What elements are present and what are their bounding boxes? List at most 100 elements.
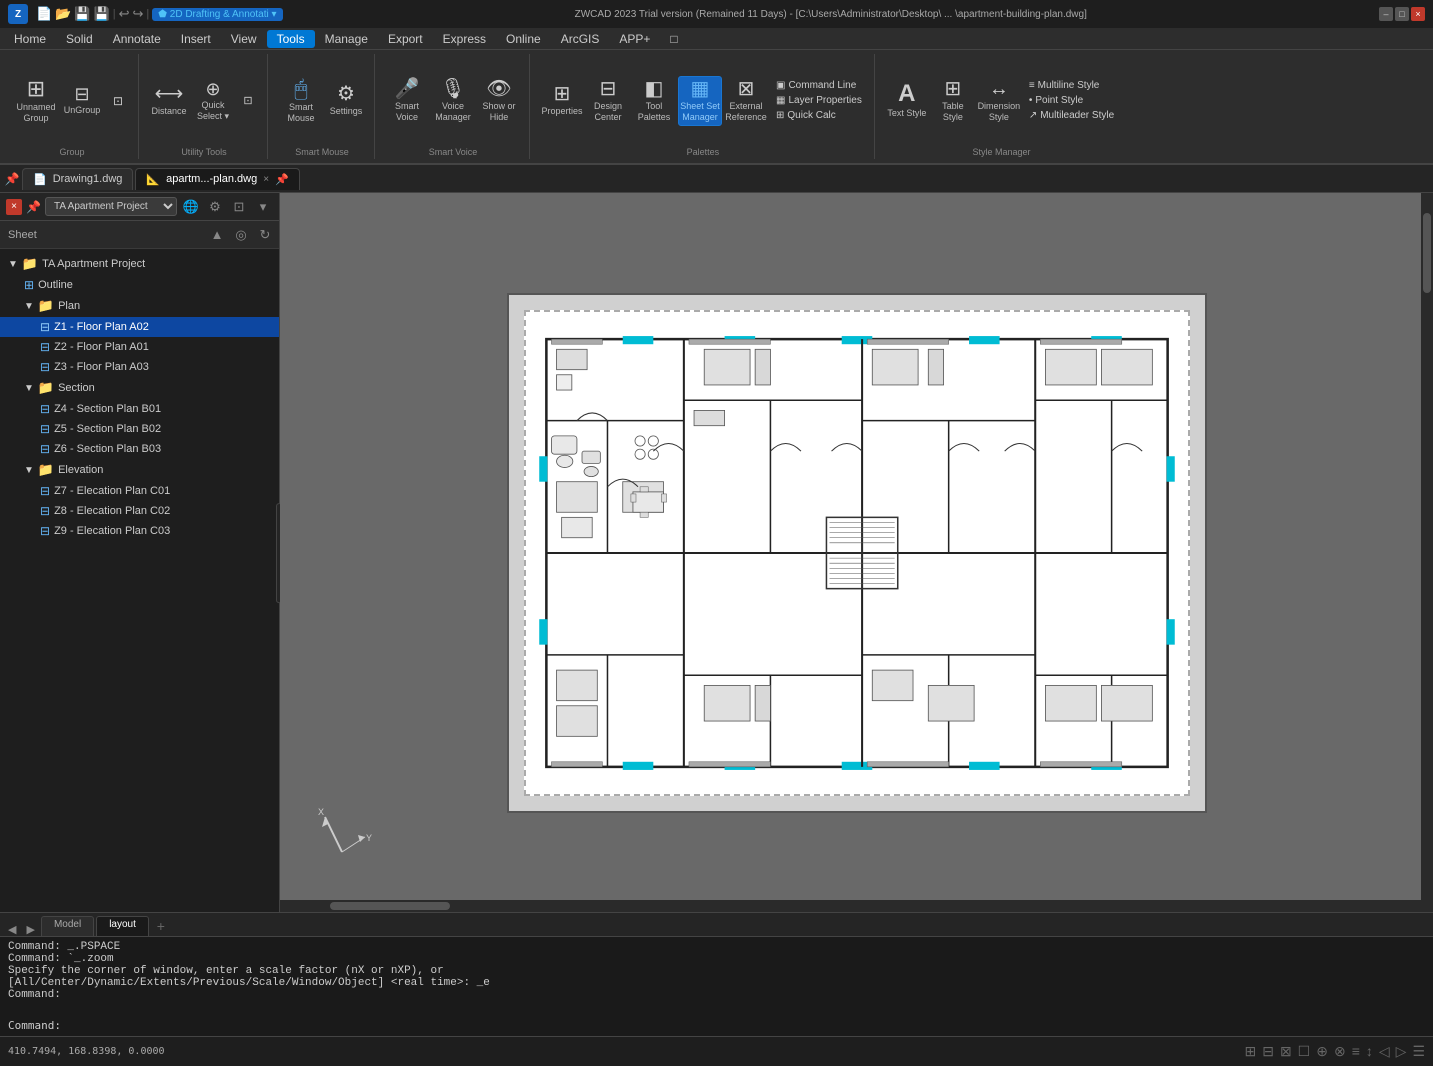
smart-voice-button[interactable]: 🎤 Smart Voice (385, 76, 429, 126)
menu-express[interactable]: Express (433, 30, 496, 48)
tab-close-icon[interactable]: × (263, 174, 269, 185)
status-polar-icon[interactable]: ⊠ (1280, 1043, 1292, 1060)
status-snap-icon[interactable]: ⊟ (1262, 1043, 1274, 1060)
status-osnap-icon[interactable]: ⊕ (1316, 1043, 1328, 1060)
tree-z9-elevation-c03[interactable]: ⊟ Z9 - Elecation Plan C03 (0, 521, 279, 541)
group-edit-button[interactable]: ⊡ (106, 89, 130, 113)
close-button[interactable]: × (1411, 7, 1425, 21)
layout-tab-add[interactable]: + (151, 916, 171, 936)
text-style-button[interactable]: A Text Style (885, 76, 929, 126)
panel-config-icon[interactable]: ⚙ (205, 197, 225, 217)
status-prev-icon[interactable]: ◁ (1379, 1043, 1390, 1060)
tree-z5-section-b02[interactable]: ⊟ Z5 - Section Plan B02 (0, 419, 279, 439)
menu-view[interactable]: View (221, 30, 267, 48)
new-file-icon[interactable]: 📄 (36, 6, 52, 22)
panel-close-button[interactable]: × (6, 199, 22, 215)
layout-tab-layout[interactable]: layout (96, 916, 149, 936)
pin-button[interactable]: 📌 (4, 171, 20, 187)
settings-button[interactable]: ⚙ Settings (326, 76, 366, 126)
design-center-button[interactable]: ⊟ Design Center (586, 76, 630, 126)
menu-online[interactable]: Online (496, 30, 551, 48)
menu-annotate[interactable]: Annotate (103, 30, 171, 48)
layer-properties-button[interactable]: ▦ Layer Properties (772, 94, 866, 107)
menu-insert[interactable]: Insert (171, 30, 221, 48)
command-input[interactable] (65, 1019, 1425, 1032)
point-style-button[interactable]: • Point Style (1025, 94, 1118, 107)
horizontal-scrollbar[interactable] (280, 900, 1421, 912)
layout-nav-next[interactable]: ▶ (22, 923, 38, 936)
minimize-button[interactable]: – (1379, 7, 1393, 21)
panel-globe-icon[interactable]: 🌐 (181, 197, 201, 217)
unnamed-group-button[interactable]: ⊞ Unnamed Group (14, 75, 58, 127)
voice-manager-button[interactable]: 🎙 Voice Manager (431, 76, 475, 126)
panel-settings-icon[interactable]: ◎ (231, 225, 251, 245)
undo-icon[interactable]: ↩ (119, 6, 130, 22)
tree-section-folder[interactable]: ▼ 📁 Section (0, 377, 279, 399)
layout-tab-model[interactable]: Model (41, 916, 94, 936)
tool-palettes-button[interactable]: ◧ Tool Palettes (632, 76, 676, 126)
open-file-icon[interactable]: 📂 (55, 6, 71, 22)
menu-solid[interactable]: Solid (56, 30, 103, 48)
utility-extra-button[interactable]: ⊡ (237, 89, 259, 113)
tree-plan-folder[interactable]: ▼ 📁 Plan (0, 295, 279, 317)
panel-refresh-icon[interactable]: ↻ (255, 225, 275, 245)
tree-z8-elevation-c02[interactable]: ⊟ Z8 - Elecation Plan C02 (0, 501, 279, 521)
tree-outline[interactable]: ⊞ Outline (0, 275, 279, 295)
pin-tab-icon[interactable]: 📌 (275, 173, 289, 186)
tree-z1-floor-plan-a02[interactable]: ⊟ Z1 - Floor Plan A02 (0, 317, 279, 337)
distance-button[interactable]: ⟷ Distance (149, 76, 189, 126)
tree-z4-section-b01[interactable]: ⊟ Z4 - Section Plan B01 (0, 399, 279, 419)
status-next-icon[interactable]: ▷ (1396, 1043, 1407, 1060)
menu-app[interactable]: APP+ (609, 30, 660, 48)
quick-select-button[interactable]: ⊕ Quick Select ▾ (191, 76, 235, 126)
tree-z6-section-b03[interactable]: ⊟ Z6 - Section Plan B03 (0, 439, 279, 459)
status-ortho-icon[interactable]: ☐ (1298, 1043, 1311, 1060)
menu-arcgis[interactable]: ArcGIS (551, 30, 610, 48)
menu-window[interactable]: □ (660, 30, 687, 48)
tab-drawing1[interactable]: 📄 Drawing1.dwg (22, 168, 133, 190)
panel-arrow-icon[interactable]: ▾ (253, 197, 273, 217)
tree-project-label: TA Apartment Project (42, 258, 271, 270)
sheet-set-manager-button[interactable]: ▦ Sheet Set Manager (678, 76, 722, 126)
status-grid-icon[interactable]: ⊞ (1244, 1043, 1256, 1060)
tree-z2-label: Z2 - Floor Plan A01 (54, 341, 271, 353)
maximize-button[interactable]: □ (1395, 7, 1409, 21)
panel-pin-icon[interactable]: 📌 (26, 200, 41, 214)
panel-export-icon[interactable]: ⊡ (229, 197, 249, 217)
tree-z3-floor-plan-a03[interactable]: ⊟ Z3 - Floor Plan A03 (0, 357, 279, 377)
quick-calc-button[interactable]: ⊞ Quick Calc (772, 109, 866, 122)
tree-z2-floor-plan-a01[interactable]: ⊟ Z2 - Floor Plan A01 (0, 337, 279, 357)
menu-home[interactable]: Home (4, 30, 56, 48)
save-icon[interactable]: 💾 (74, 6, 90, 22)
status-menu-icon[interactable]: ☰ (1412, 1043, 1425, 1060)
table-style-button[interactable]: ⊞ Table Style (931, 76, 975, 126)
canvas-area[interactable]: X Y (280, 193, 1433, 912)
multiline-style-button[interactable]: ≡ Multiline Style (1025, 79, 1118, 92)
status-lineweight-icon[interactable]: ≡ (1352, 1043, 1360, 1060)
properties-button[interactable]: ⊞ Properties (540, 76, 584, 126)
external-reference-button[interactable]: ⊠ External Reference (724, 76, 768, 126)
menu-tools[interactable]: Tools (267, 30, 315, 48)
tab-apartment-plan[interactable]: 📐 apartm...-plan.dwg × 📌 (135, 168, 299, 190)
command-line-button[interactable]: ▣ Command Line (772, 79, 866, 92)
layout-nav-prev[interactable]: ◀ (4, 923, 20, 936)
tree-z7-elevation-c01[interactable]: ⊟ Z7 - Elecation Plan C01 (0, 481, 279, 501)
app-icon: Z (8, 4, 28, 24)
command-line-5: Command: (8, 989, 1425, 1001)
redo-icon[interactable]: ↪ (133, 6, 144, 22)
ungroup-button[interactable]: ⊟ UnGroup (60, 75, 104, 127)
tree-project-root[interactable]: ▼ 📁 TA Apartment Project (0, 253, 279, 275)
status-transparency-icon[interactable]: ↕ (1366, 1043, 1373, 1060)
panel-up-icon[interactable]: ▲ (207, 225, 227, 245)
save-as-icon[interactable]: 💾 (94, 6, 110, 22)
vertical-scrollbar[interactable] (1421, 193, 1433, 912)
show-hide-button[interactable]: 👁 Show or Hide (477, 76, 521, 126)
project-select[interactable]: TA Apartment Project (45, 197, 177, 216)
menu-manage[interactable]: Manage (315, 30, 378, 48)
status-otrack-icon[interactable]: ⊗ (1334, 1043, 1346, 1060)
smart-mouse-button[interactable]: 🖱 Smart Mouse (278, 76, 324, 126)
multileader-style-button[interactable]: ↗ Multileader Style (1025, 109, 1118, 122)
menu-export[interactable]: Export (378, 30, 433, 48)
dimension-style-button[interactable]: ↔ Dimension Style (977, 76, 1021, 126)
tree-elevation-folder[interactable]: ▼ 📁 Elevation (0, 459, 279, 481)
